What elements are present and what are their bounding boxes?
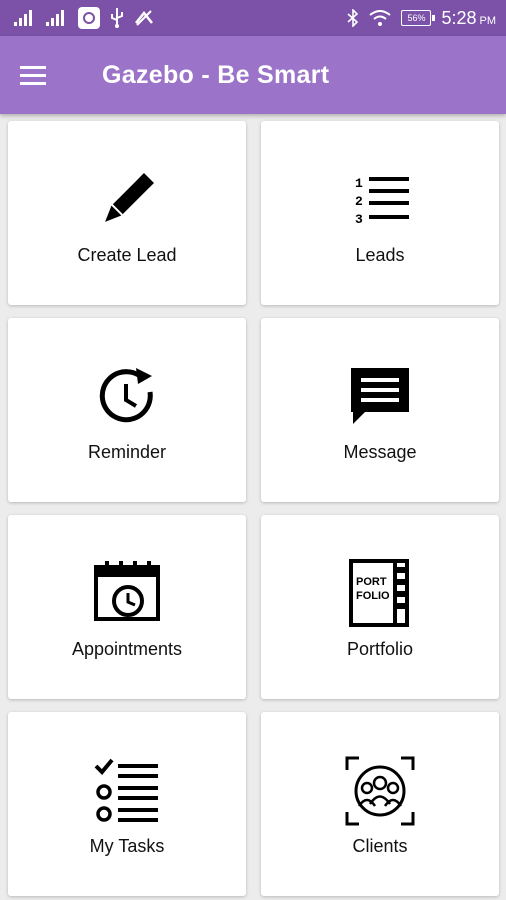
clock-ampm: PM: [479, 14, 497, 27]
clock-history-icon: [99, 368, 153, 423]
tile-message[interactable]: Message: [261, 318, 499, 502]
hamburger-menu-icon[interactable]: [20, 58, 60, 92]
app-notification-icon: [78, 7, 100, 29]
tile-my-tasks[interactable]: My Tasks: [8, 712, 246, 896]
bluetooth-icon: [347, 9, 359, 27]
status-left-icons: [14, 0, 154, 36]
tile-reminder[interactable]: Reminder: [8, 318, 246, 502]
tile-label: Leads: [355, 245, 405, 265]
checklist-icon: [94, 758, 158, 822]
wifi-icon: [369, 10, 392, 26]
tile-leads[interactable]: 1 2 3 Leads: [261, 121, 499, 305]
message-bubble-icon: [351, 368, 409, 424]
tile-create-lead[interactable]: Create Lead: [8, 121, 246, 305]
tile-portfolio[interactable]: PORT FOLIO Portfolio: [261, 515, 499, 699]
tile-label: Appointments: [71, 639, 183, 659]
tile-label: Create Lead: [77, 245, 177, 265]
status-right-icons: 56% 5:28 PM: [347, 0, 496, 36]
signal-icon: [14, 10, 32, 26]
clock: 5:28 PM: [441, 8, 496, 29]
tile-appointments[interactable]: Appointments: [8, 515, 246, 699]
tile-label: Message: [343, 442, 417, 462]
clients-group-icon: [345, 756, 415, 826]
tile-clients[interactable]: Clients: [261, 712, 499, 896]
numbered-list-icon: 1 2 3: [355, 176, 409, 227]
portfolio-icon-text-1: PORT: [356, 576, 387, 588]
tile-label: Clients: [352, 836, 408, 856]
app-bar: Gazebo - Be Smart: [0, 36, 506, 114]
signal-icon: [46, 10, 64, 26]
svg-text:2: 2: [355, 194, 363, 209]
dashboard-grid: Create Lead 1 2 3 Leads Reminder Message…: [0, 114, 506, 900]
tile-label: Portfolio: [346, 639, 414, 659]
portfolio-book-icon: PORT FOLIO: [349, 559, 409, 627]
portfolio-icon-text-2: FOLIO: [356, 590, 390, 602]
svg-text:1: 1: [355, 176, 363, 191]
tile-label: Reminder: [87, 442, 167, 462]
no-data-icon: [135, 10, 153, 26]
usb-icon: [111, 8, 123, 28]
calendar-clock-icon: [94, 561, 160, 621]
battery-indicator: 56%: [401, 10, 436, 26]
pencil-icon: [105, 173, 154, 222]
tile-label: My Tasks: [89, 836, 165, 856]
svg-text:3: 3: [355, 212, 363, 227]
clock-time: 5:28: [441, 7, 477, 28]
app-title: Gazebo - Be Smart: [102, 61, 330, 89]
status-bar: 56% 5:28 PM: [0, 0, 506, 36]
